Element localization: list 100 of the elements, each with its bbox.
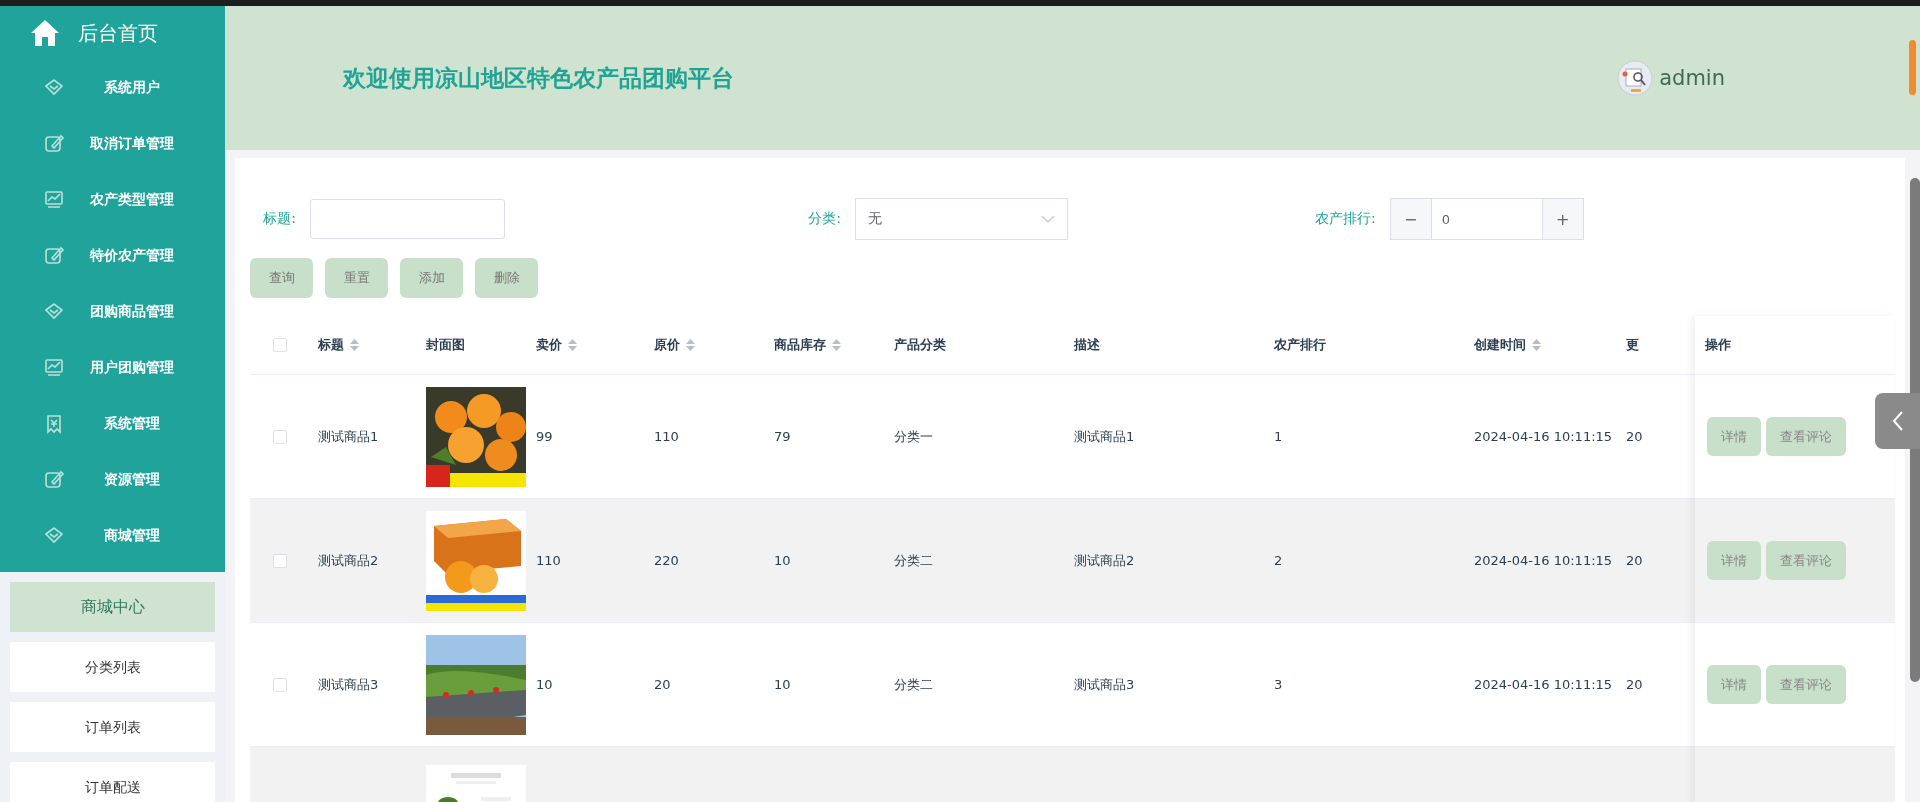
menu-label: 取消订单管理 [88,135,175,153]
table-cell: 2024-04-16 10:11:15 [1474,677,1613,692]
rank-number-field[interactable]: − 0 + [1389,198,1584,240]
column-header: 操作 [1705,336,1731,354]
table-cell: 2024-04-16 10:11:15 [1474,553,1613,568]
menu-item[interactable]: 农产类型管理 [0,172,225,228]
edit-icon [44,246,64,266]
table-cell: 220 [654,553,679,568]
table-cell: 1 [1274,429,1283,444]
table-cell: 2024-04-16 10:11:15 [1474,429,1613,444]
column-header: 封面图 [426,336,465,354]
comments-button[interactable]: 查看评论 [1766,417,1846,456]
table-cell: 10 [774,677,791,692]
table-cell: 测试商品3 [318,675,379,694]
field-label: 标题: [262,210,296,228]
menu-label: 用户团购管理 [88,359,175,377]
table-cell: 20 [654,677,671,692]
column-header: 卖价 [536,336,562,354]
table-cell: 110 [536,553,561,568]
home-menu-item[interactable]: 后台首页 [0,6,225,60]
table-cell: 20 [1626,429,1643,444]
submenu-item[interactable]: 商城中心 [10,582,215,632]
rank-input-field[interactable]: 0 [1430,199,1543,239]
field-label: 农产排行: [1315,210,1376,228]
comments-button[interactable]: 查看评论 [1766,665,1846,704]
decrement-button[interactable]: − [1390,199,1431,239]
submenu-item[interactable]: 分类列表 [10,642,215,692]
column-header: 创建时间 [1474,336,1526,354]
field-label: 分类: [807,210,841,228]
menu-label: 资源管理 [102,471,161,489]
menu-item[interactable]: 用户团购管理 [0,340,225,396]
menu-item[interactable]: 特价农产管理 [0,228,225,284]
chevron-down-icon [1041,215,1055,223]
edit-icon [44,470,64,490]
column-header: 更 [1626,336,1639,354]
reset-button[interactable]: 重置 [325,258,388,298]
column-header: 原价 [654,336,680,354]
scrollbar[interactable] [1909,40,1916,95]
category-select[interactable]: 无 [855,198,1068,240]
diamond-icon [44,526,64,546]
table-cell: 10 [774,553,791,568]
menu-label: 农产类型管理 [88,191,175,209]
search-button[interactable]: 查询 [250,258,313,298]
table-cell: 测试商品2 [318,551,379,570]
table-cell: 测试商品1 [318,427,379,446]
username: admin [1659,66,1725,90]
chevron-left-icon [1890,410,1905,432]
diamond-icon [44,302,64,322]
column-header: 产品分类 [894,336,946,354]
menu-item[interactable]: 资源管理 [0,452,225,508]
avatar-icon [1617,60,1654,96]
checkbox[interactable] [273,338,287,352]
increment-button[interactable]: + [1542,199,1583,239]
collapse-tab[interactable] [1875,393,1920,449]
add-button[interactable]: 添加 [400,258,463,298]
details-button[interactable]: 详情 [1707,665,1761,704]
table-cell: 10 [536,677,553,692]
column-header: 标题 [318,336,344,354]
menu-label: 系统管理 [102,415,161,433]
menu-item[interactable]: 取消订单管理 [0,116,225,172]
menu-label: 团购商品管理 [88,303,175,321]
submenu-item[interactable]: 订单配送 [10,762,215,802]
menu-label: 商城管理 [102,527,161,545]
menu-item[interactable]: 系统用户 [0,60,225,116]
chart-icon [44,190,64,210]
menu-item[interactable]: 系统管理 [0,396,225,452]
home-icon [30,19,60,47]
receipt-icon [44,414,64,434]
column-header: 农产排行 [1274,336,1326,354]
submenu-item[interactable]: 订单列表 [10,702,215,752]
column-header: 商品库存 [774,336,826,354]
table-cell: 分类二 [894,675,933,694]
table-cell: 3 [1274,677,1283,692]
checkbox[interactable] [273,677,287,692]
table-cell: 测试商品3 [1074,675,1135,694]
table-cell: 测试商品1 [1074,427,1135,446]
comments-button[interactable]: 查看评论 [1766,541,1846,580]
table-cell: 测试商品2 [1074,551,1135,570]
details-button[interactable]: 详情 [1707,417,1761,456]
checkbox[interactable] [273,429,287,444]
menu-item[interactable]: 商城管理 [0,508,225,564]
menu-item[interactable]: 团购商品管理 [0,284,225,340]
table-cell: 99 [536,429,553,444]
table-cell: 79 [774,429,791,444]
title-input-field[interactable] [310,199,505,239]
diamond-icon [44,78,64,98]
table-cell: 2 [1274,553,1283,568]
menu-label: 特价农产管理 [88,247,175,265]
edit-icon [44,134,64,154]
menu-label: 系统用户 [102,79,161,97]
table-cell: 分类二 [894,551,933,570]
checkbox[interactable] [273,553,287,568]
column-header: 描述 [1074,336,1100,354]
table-cell: 20 [1626,677,1643,692]
table-cell: 20 [1626,553,1643,568]
delete-button[interactable]: 删除 [475,258,538,298]
details-button[interactable]: 详情 [1707,541,1761,580]
home-label: 后台首页 [78,19,158,47]
table-cell: 110 [654,429,679,444]
page-title: 欢迎使用凉山地区特色农产品团购平台 [343,63,734,93]
